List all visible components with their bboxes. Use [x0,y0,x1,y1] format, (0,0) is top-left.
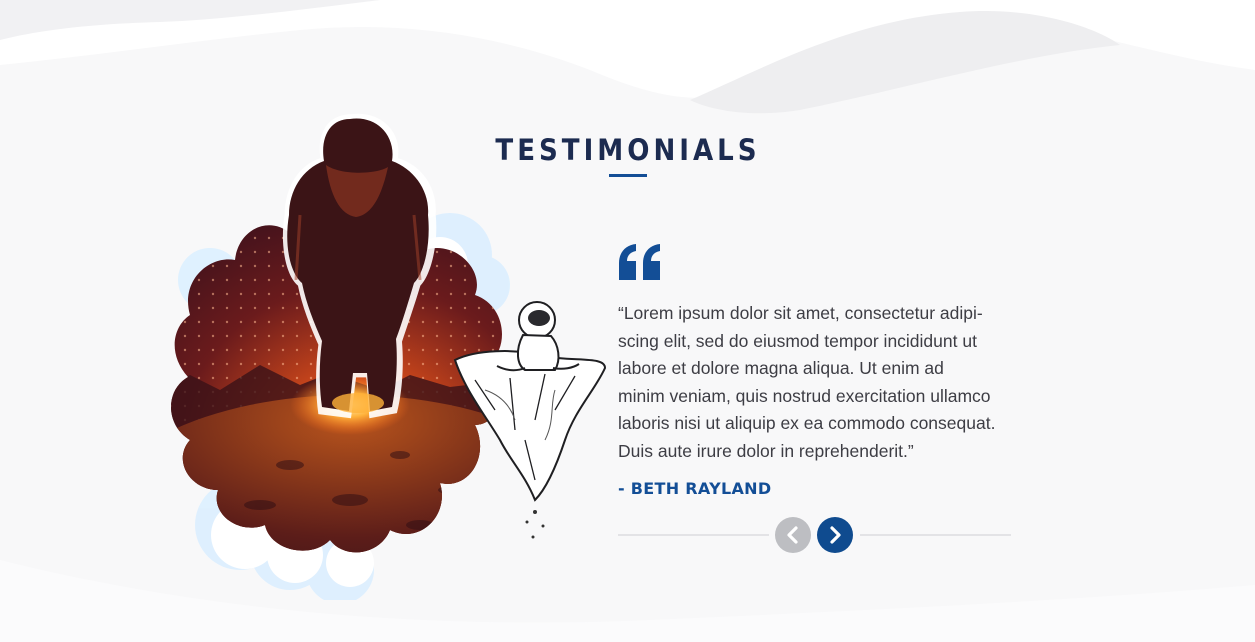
chevron-right-icon [830,526,841,544]
previous-button[interactable] [775,517,811,553]
testimonial-quote: “Lorem ipsum dolor sit amet, consectetur… [618,300,1018,465]
section-title: TESTIMONIALS [0,133,1255,167]
quote-line: scing elit, sed do eiusmod tempor incidi… [618,330,977,351]
title-underline [609,174,647,177]
slider-navigation [618,517,1011,553]
quote-icon [619,244,660,280]
quote-line: “Lorem ipsum dolor sit amet, consectetur… [618,303,983,323]
divider-right [860,534,1011,536]
divider-left [618,534,769,536]
page-title: TESTIMONIALS [495,133,761,167]
quote-line: laboris nisi ut aliquip ex ea commodo co… [618,413,996,433]
quote-line: Duis aute irure dolor in reprehenderit.” [618,440,914,461]
astronaut-illustration [170,113,607,600]
chevron-left-icon [787,526,798,544]
quote-line: minim veniam, quis nostrud exercitation … [618,385,991,406]
testimonial-author: - BETH RAYLAND [618,479,772,498]
quote-line: labore et dolore magna aliqua. Ut enim a… [618,358,944,378]
next-button[interactable] [817,517,853,553]
